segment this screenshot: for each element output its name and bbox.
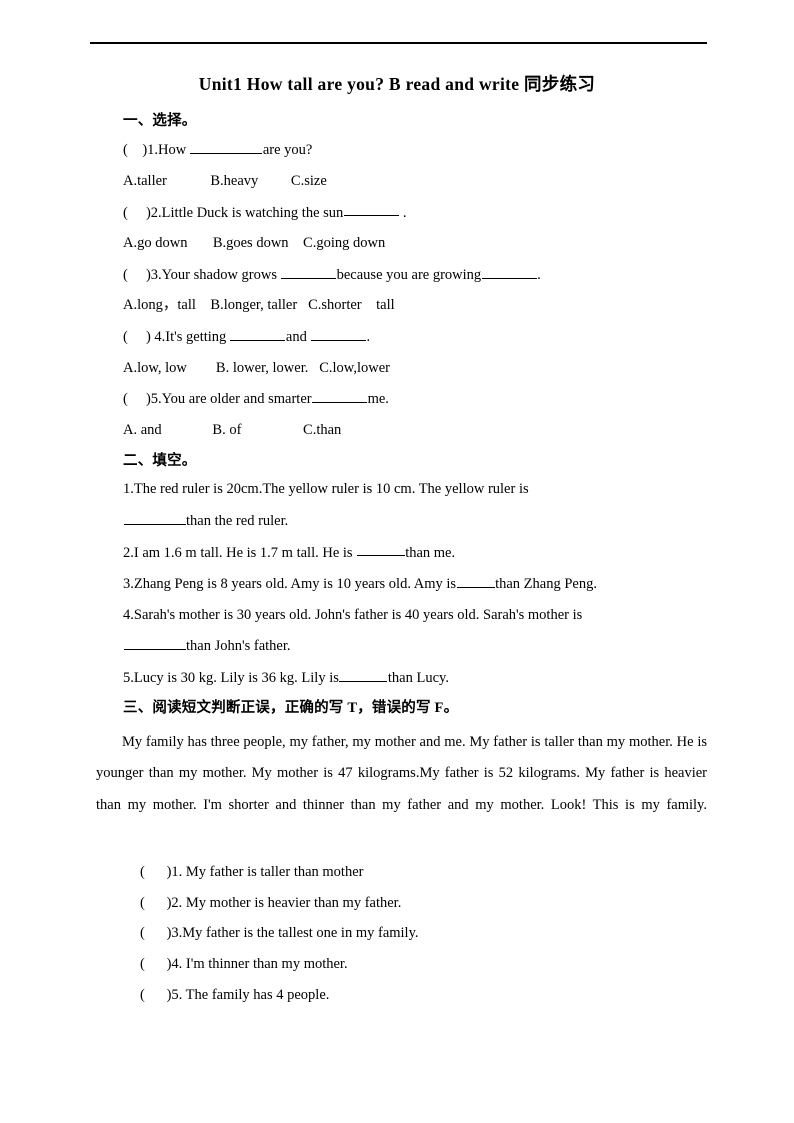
q2-stem-prefix: ( )2.Little Duck is watching the sun bbox=[123, 204, 344, 221]
q2-answer-blank[interactable] bbox=[343, 202, 399, 217]
question-3-stem: ( )3.Your shadow grows because you are g… bbox=[0, 264, 794, 287]
q1-stem-suffix: are you? bbox=[262, 142, 313, 159]
q4-answer-blank-2[interactable] bbox=[310, 326, 366, 341]
fill-item-4-blank[interactable] bbox=[123, 635, 186, 651]
fill-item-5-suffix: than Lucy. bbox=[387, 669, 449, 686]
question-5-stem: ( )5.You are older and smarter me. bbox=[0, 388, 794, 411]
header-divider bbox=[90, 42, 707, 44]
question-3-options[interactable]: A.long，tall B.longer, taller C.shorter t… bbox=[0, 295, 794, 317]
question-5-options[interactable]: A. and B. of C.than bbox=[0, 420, 794, 442]
q3-answer-blank-1[interactable] bbox=[281, 264, 337, 279]
fill-item-2-prefix: 2.I am 1.6 m tall. He is 1.7 m tall. He … bbox=[123, 544, 357, 561]
section-heading-one: 一、选择。 bbox=[123, 112, 197, 129]
q1-stem-prefix: ( )1.How bbox=[123, 142, 190, 159]
section-heading-two: 二、填空。 bbox=[123, 452, 197, 469]
fill-item-2-suffix: than me. bbox=[405, 544, 456, 561]
tf-statement-2[interactable]: ( )2. My mother is heavier than my fathe… bbox=[0, 893, 794, 915]
fill-item-1-blank[interactable] bbox=[123, 510, 186, 525]
fill-item-1-tail: than the red ruler. bbox=[186, 512, 289, 529]
q4-answer-blank-1[interactable] bbox=[230, 326, 286, 341]
question-2-options[interactable]: A.go down B.goes down C.going down bbox=[0, 233, 794, 255]
fill-item-2-blank[interactable] bbox=[356, 542, 405, 557]
question-4-stem: ( ) 4.It's getting and . bbox=[0, 326, 794, 349]
question-4-options[interactable]: A.low, low B. lower, lower. C.low,lower bbox=[0, 358, 794, 380]
fill-item-1-line1: 1.The red ruler is 20cm.The yellow ruler… bbox=[123, 481, 529, 498]
fill-item-4-line2: than John's father. bbox=[0, 635, 794, 658]
q3-answer-blank-2[interactable] bbox=[481, 264, 537, 279]
fill-item-3-blank[interactable] bbox=[456, 573, 495, 588]
q4-stem-mid: and bbox=[285, 328, 311, 345]
question-2-stem: ( )2.Little Duck is watching the sun . bbox=[0, 202, 794, 225]
question-1-options[interactable]: A.taller B.heavy C.size bbox=[0, 171, 794, 193]
fill-item-5: 5.Lucy is 30 kg. Lily is 36 kg. Lily is t… bbox=[0, 667, 794, 690]
fill-item-5-blank[interactable] bbox=[339, 667, 388, 682]
fill-item-3-suffix: than Zhang Peng. bbox=[495, 575, 597, 592]
q1-answer-blank[interactable] bbox=[190, 139, 263, 155]
q4-stem-prefix: ( ) 4.It's getting bbox=[123, 328, 230, 345]
fill-item-1-line2: than the red ruler. bbox=[0, 510, 794, 533]
q5-stem-suffix: me. bbox=[367, 391, 389, 408]
fill-item-3: 3.Zhang Peng is 8 years old. Amy is 10 y… bbox=[0, 573, 794, 596]
reading-passage: My family has three people, my father, m… bbox=[96, 734, 707, 813]
fill-item-4-tail: than John's father. bbox=[186, 638, 291, 655]
q4-stem-suffix: . bbox=[366, 328, 371, 345]
document-content: Unit1 How tall are you? B read and write… bbox=[0, 72, 794, 1016]
q3-stem-suffix: . bbox=[537, 266, 541, 283]
tf-statement-3[interactable]: ( )3.My father is the tallest one in my … bbox=[0, 923, 794, 945]
q3-stem-prefix: ( )3.Your shadow grows bbox=[123, 266, 281, 283]
question-1-stem: ( )1.How are you? bbox=[0, 139, 794, 162]
q3-stem-mid: because you are growing bbox=[336, 266, 482, 283]
tf-statement-4[interactable]: ( )4. I'm thinner than my mother. bbox=[0, 954, 794, 976]
q2-stem-suffix: . bbox=[399, 204, 407, 221]
tf-statement-5[interactable]: ( )5. The family has 4 people. bbox=[0, 985, 794, 1007]
tf-statement-1[interactable]: ( )1. My father is taller than mother bbox=[0, 862, 794, 884]
q5-stem-prefix: ( )5.You are older and smarter bbox=[123, 391, 312, 408]
q5-answer-blank[interactable] bbox=[312, 388, 368, 404]
fill-item-2: 2.I am 1.6 m tall. He is 1.7 m tall. He … bbox=[0, 542, 794, 565]
worksheet-page: Unit1 How tall are you? B read and write… bbox=[0, 0, 794, 1123]
page-title: Unit1 How tall are you? B read and write… bbox=[198, 74, 596, 94]
section-heading-three: 三、阅读短文判断正误，正确的写 T，错误的写 F。 bbox=[123, 700, 459, 717]
fill-item-5-prefix: 5.Lucy is 30 kg. Lily is 36 kg. Lily is bbox=[123, 669, 339, 686]
fill-item-4-line1: 4.Sarah's mother is 30 years old. John's… bbox=[123, 606, 583, 623]
fill-item-3-prefix: 3.Zhang Peng is 8 years old. Amy is 10 y… bbox=[123, 575, 457, 592]
